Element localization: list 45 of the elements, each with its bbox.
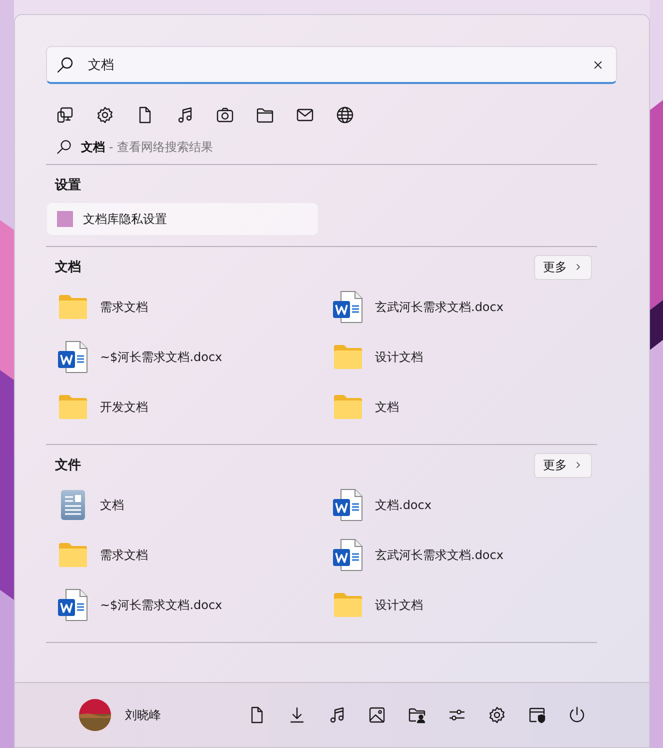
search-result[interactable]: 文档 (46, 480, 321, 530)
folder-icon (58, 394, 88, 420)
search-result[interactable]: 需求文档 (46, 282, 321, 332)
search-field[interactable]: 文档 (46, 46, 617, 84)
search-result[interactable]: 设计文档 (321, 580, 596, 630)
globe-icon[interactable] (335, 105, 355, 125)
search-result[interactable]: 需求文档 (46, 530, 321, 580)
search-icon (55, 138, 73, 156)
apps-icon[interactable] (55, 105, 75, 125)
web-search-link[interactable]: 文档 - 查看网络搜索结果 (81, 138, 213, 156)
folder-icon (333, 344, 363, 370)
library-icon (60, 489, 86, 521)
search-result[interactable]: ~$河长需求文档.docx (46, 332, 321, 382)
search-result[interactable]: 玄武河长需求文档.docx (321, 282, 596, 332)
folder-icon (333, 592, 363, 618)
search-result[interactable]: 开发文档 (46, 382, 321, 432)
search-result[interactable]: 设计文档 (321, 332, 596, 382)
folder-icon (58, 542, 88, 568)
settings-icon-tile (57, 211, 73, 227)
search-result[interactable]: 文档 (321, 382, 596, 432)
folder-icon (333, 394, 363, 420)
word-document-icon (58, 589, 88, 621)
more-button[interactable]: 更多 (534, 452, 592, 478)
word-document-icon (333, 489, 363, 521)
search-result[interactable]: ~$河长需求文档.docx (46, 580, 321, 630)
more-button[interactable]: 更多 (534, 254, 592, 280)
search-result[interactable]: 玄武河长需求文档.docx (321, 530, 596, 580)
camera-icon[interactable] (215, 105, 235, 125)
word-document-icon (333, 291, 363, 323)
settings-icon[interactable] (95, 105, 115, 125)
power-icon[interactable] (567, 705, 587, 725)
settings-icon[interactable] (487, 705, 507, 725)
user-name[interactable]: 刘晓峰 (125, 706, 161, 724)
folder-icon (58, 294, 88, 320)
shield-window-icon[interactable] (527, 705, 547, 725)
search-result[interactable]: 文档.docx (321, 480, 596, 530)
settings-result[interactable]: 文档库隐私设置 (47, 203, 318, 235)
section-title: 文件 (55, 456, 81, 474)
image-icon[interactable] (367, 705, 387, 725)
search-icon (55, 55, 75, 75)
section-title: 设置 (55, 177, 81, 194)
avatar[interactable] (79, 699, 111, 731)
word-document-icon (333, 539, 363, 571)
section-title: 文档 (55, 258, 81, 276)
word-document-icon (58, 341, 88, 373)
